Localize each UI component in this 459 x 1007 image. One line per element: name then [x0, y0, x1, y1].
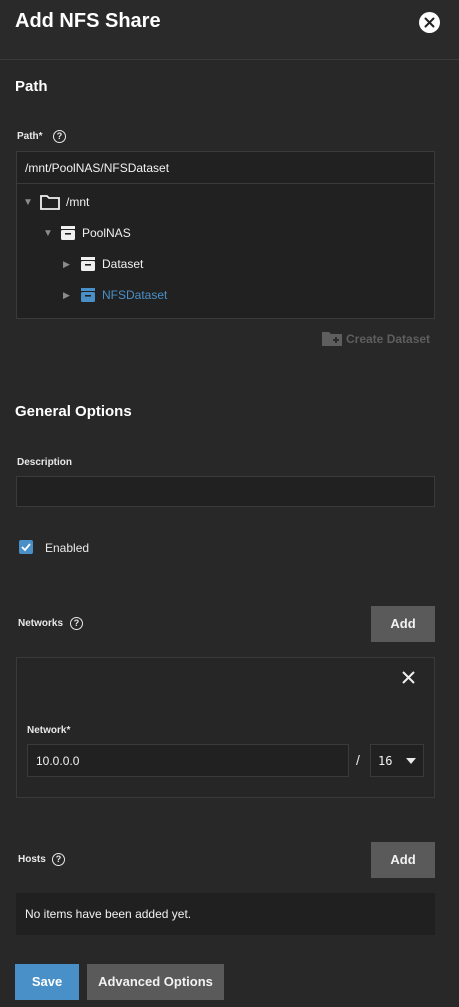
- close-icon[interactable]: [419, 12, 440, 33]
- path-input-value: /mnt/PoolNAS/NFSDataset: [25, 161, 170, 175]
- tree-node-label: /mnt: [66, 195, 90, 209]
- path-label-text: Path: [17, 131, 39, 142]
- help-icon[interactable]: ?: [70, 617, 83, 630]
- path-label: Path*: [17, 131, 43, 142]
- dataset-icon: [60, 225, 76, 241]
- collapsed-triangle-icon[interactable]: ▶: [63, 259, 77, 270]
- netmask-value: 16: [378, 754, 393, 768]
- networks-add-button[interactable]: Add: [371, 606, 435, 642]
- dialog-title: Add NFS Share: [15, 10, 161, 32]
- network-label: Network*: [27, 725, 70, 736]
- folder-icon: [40, 194, 60, 210]
- help-icon[interactable]: ?: [53, 130, 66, 143]
- hosts-empty-message: No items have been added yet.: [16, 893, 435, 935]
- network-label-text: Network: [27, 725, 67, 736]
- advanced-options-button[interactable]: Advanced Options: [87, 964, 224, 1000]
- expanded-triangle-icon[interactable]: ▼: [43, 228, 57, 239]
- check-icon: [21, 543, 31, 552]
- expanded-triangle-icon[interactable]: ▼: [23, 197, 37, 208]
- hosts-label: Hosts: [18, 854, 46, 865]
- tree-node-label: Dataset: [102, 257, 144, 271]
- tree-node-dataset[interactable]: ▶ Dataset: [63, 256, 143, 272]
- create-dataset-label: Create Dataset: [346, 331, 431, 346]
- description-label: Description: [17, 457, 73, 468]
- tree-node-label: PoolNAS: [82, 226, 131, 240]
- tree-node-label: NFSDataset: [102, 288, 168, 302]
- path-input[interactable]: /mnt/PoolNAS/NFSDataset: [16, 151, 435, 184]
- description-input[interactable]: [16, 476, 435, 507]
- required-marker: *: [38, 131, 43, 142]
- collapsed-triangle-icon[interactable]: ▶: [63, 290, 77, 301]
- path-tree: ▼ /mnt ▼ PoolNAS ▶ Dataset ▶ NFSDataset: [16, 184, 435, 319]
- network-separator: /: [356, 752, 360, 768]
- create-folder-icon: [322, 331, 342, 346]
- remove-network-icon[interactable]: [400, 669, 417, 686]
- network-value: 10.0.0.0: [36, 754, 80, 768]
- enabled-label: Enabled: [45, 541, 90, 555]
- dataset-icon: [80, 256, 96, 272]
- tree-node-mnt[interactable]: ▼ /mnt: [23, 194, 89, 210]
- tree-node-poolnas[interactable]: ▼ PoolNAS: [43, 225, 131, 241]
- hosts-add-button[interactable]: Add: [371, 842, 435, 878]
- create-dataset-button[interactable]: Create Dataset: [322, 331, 430, 346]
- path-section-title: Path: [15, 78, 48, 95]
- tree-node-nfsdataset[interactable]: ▶ NFSDataset: [63, 287, 167, 303]
- network-input[interactable]: 10.0.0.0: [27, 744, 349, 777]
- save-button[interactable]: Save: [15, 964, 79, 1000]
- networks-label: Networks: [18, 618, 64, 629]
- netmask-select[interactable]: 16: [370, 744, 424, 777]
- enabled-checkbox[interactable]: [19, 540, 33, 554]
- dataset-icon: [80, 287, 96, 303]
- required-marker: *: [66, 725, 71, 736]
- dropdown-arrow-icon: [406, 758, 416, 764]
- general-options-title: General Options: [15, 403, 132, 420]
- help-icon[interactable]: ?: [52, 853, 65, 866]
